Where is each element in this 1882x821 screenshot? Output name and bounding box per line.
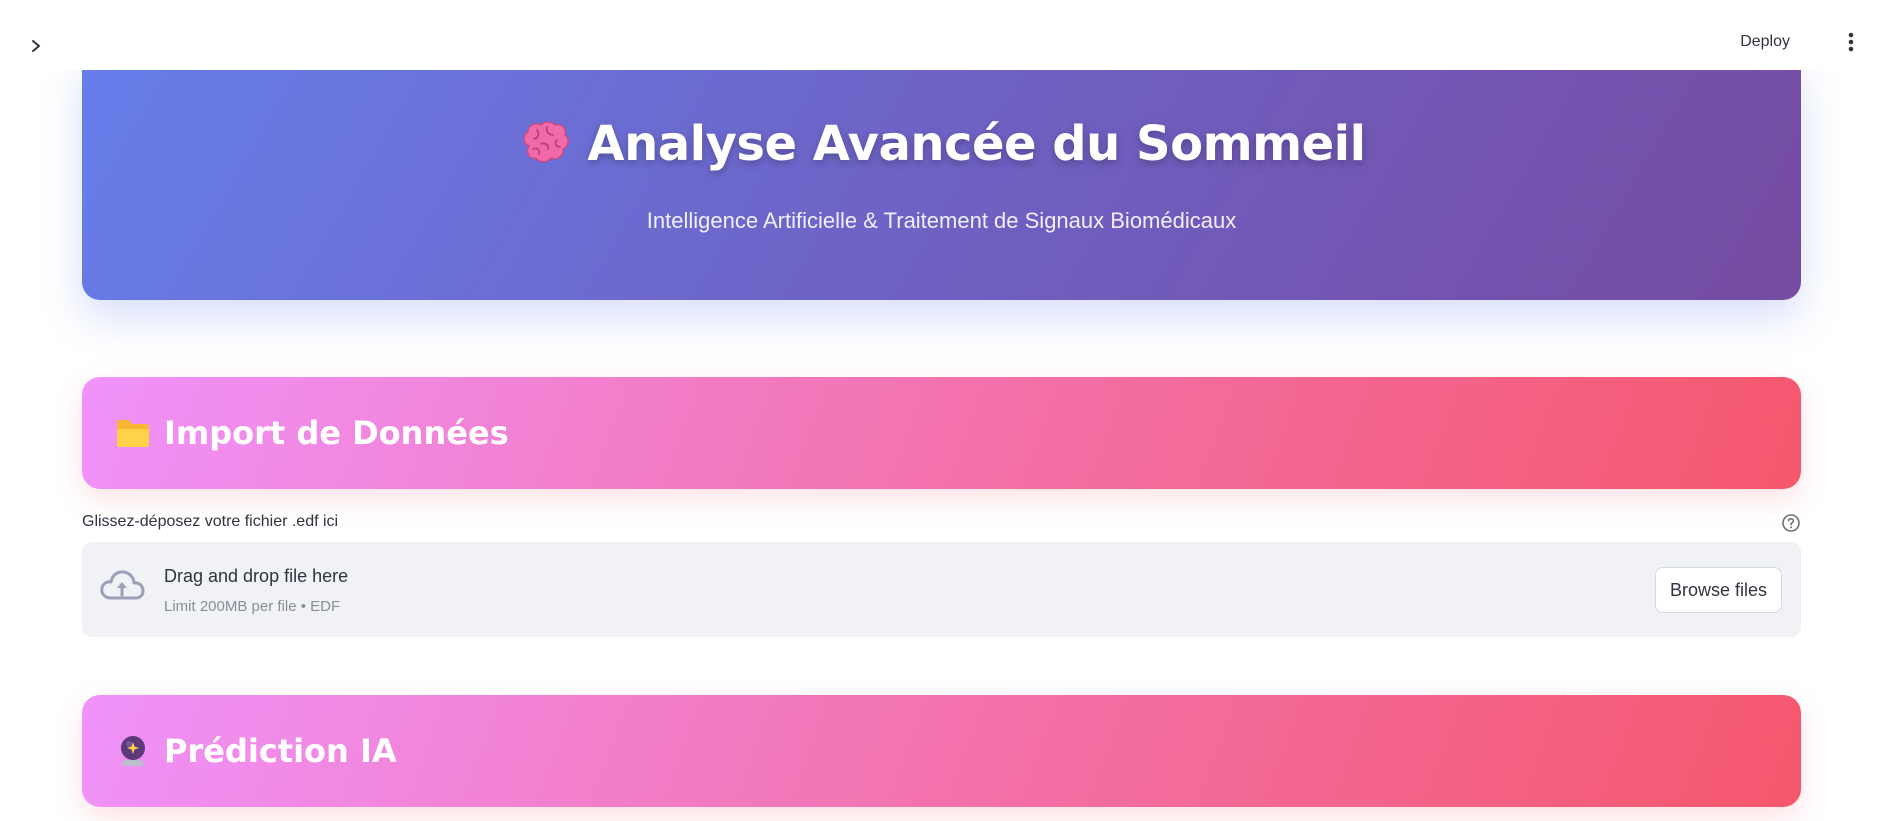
browse-files-button[interactable]: Browse files [1654, 567, 1782, 613]
section-title-prediction: Prédiction IA [164, 732, 397, 770]
main-menu-button[interactable] [1840, 28, 1862, 56]
section-header-import: Import de Données [82, 377, 1801, 489]
brain-icon [517, 116, 573, 172]
drop-instruction: Drag and drop file here [164, 566, 349, 586]
section-title-import: Import de Données [164, 414, 509, 452]
hero-banner: Analyse Avancée du Sommeil Intelligence … [82, 58, 1801, 300]
folder-icon [114, 414, 152, 452]
sidebar-toggle-button[interactable] [22, 32, 50, 60]
section-header-prediction: Prédiction IA [82, 695, 1801, 807]
uploader-label: Glissez-déposez votre fichier .edf ici [82, 513, 339, 530]
cloud-upload-icon [100, 570, 145, 600]
crystal-ball-icon [114, 732, 152, 770]
file-dropzone[interactable]: Drag and drop file here Limit 200MB per … [82, 542, 1801, 637]
app-root: Deploy Analyse Avancée du Sommeil Intell… [0, 0, 1882, 821]
file-limit-text: Limit 200MB per file • EDF [164, 598, 341, 615]
chevron-right-icon [32, 40, 40, 52]
hero-title-row: Analyse Avancée du Sommeil [82, 116, 1801, 172]
top-header: Deploy [0, 0, 1882, 70]
page-title: Analyse Avancée du Sommeil [587, 116, 1366, 172]
kebab-menu-icon [1848, 32, 1854, 52]
question-circle-icon[interactable] [1781, 513, 1801, 533]
page-subtitle: Intelligence Artificielle & Traitement d… [646, 208, 1237, 233]
deploy-button[interactable]: Deploy [1740, 28, 1790, 56]
